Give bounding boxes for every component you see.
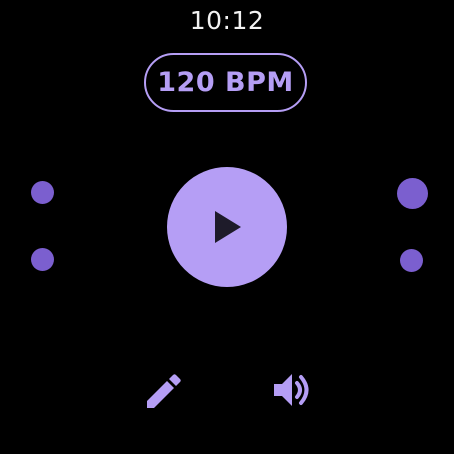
- clock: 10:12: [189, 6, 265, 35]
- play-button[interactable]: [167, 167, 287, 287]
- volume-icon: [274, 374, 309, 406]
- beat-indicator-right-top: [397, 178, 428, 209]
- pencil-icon: [147, 374, 181, 408]
- beat-indicator-left-bottom: [31, 248, 54, 271]
- volume-button[interactable]: [270, 368, 314, 412]
- edit-button[interactable]: [141, 368, 185, 412]
- beat-indicator-right-bottom: [400, 249, 423, 272]
- bpm-button[interactable]: 120 BPM: [144, 53, 307, 112]
- play-icon: [215, 211, 241, 243]
- beat-indicator-left-top: [31, 181, 54, 204]
- metronome-screen: 10:12 120 BPM: [0, 0, 454, 454]
